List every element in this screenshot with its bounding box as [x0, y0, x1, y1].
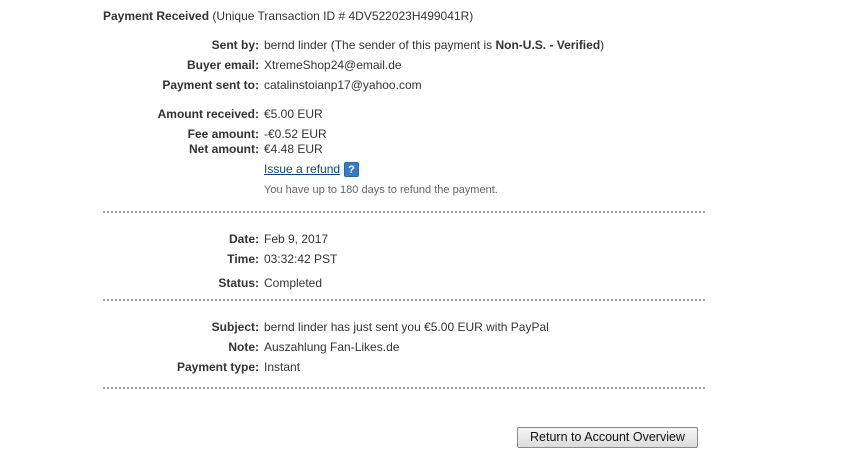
help-question-icon[interactable]: ? [344, 162, 359, 177]
note-label: Note: [228, 340, 259, 354]
section-divider [103, 387, 705, 389]
buyer-email-label: Buyer email: [186, 58, 259, 72]
sent-by-label: Sent by: [211, 38, 259, 52]
fee-amount-value: -€0.52 EUR [264, 127, 327, 141]
status-row: Status: Completed [0, 275, 844, 291]
status-label: Status: [218, 276, 259, 290]
date-label: Date: [228, 232, 259, 246]
net-amount-label: Net amount: [189, 142, 259, 156]
page-title: Payment Received (Unique Transaction ID … [103, 9, 473, 23]
net-amount-row: Net amount: €4.48 EUR [0, 141, 844, 157]
buyer-email-value: XtremeShop24@email.de [264, 58, 402, 72]
subject-value: bernd linder has just sent you €5.00 EUR… [264, 320, 549, 334]
sent-by-value: bernd linder (The sender of this payment… [264, 37, 604, 53]
payment-sent-to-value: catalinstoianp17@yahoo.com [264, 78, 422, 92]
buyer-email-row: Buyer email: XtremeShop24@email.de [0, 57, 844, 73]
amount-received-label: Amount received: [157, 107, 259, 121]
section-divider [103, 299, 705, 301]
issue-refund-link[interactable]: Issue a refund [264, 161, 340, 177]
sent-by-row: Sent by: bernd linder (The sender of thi… [0, 37, 844, 53]
net-amount-value: €4.48 EUR [264, 142, 323, 156]
sender-verification-status: Non-U.S. - Verified [495, 38, 601, 52]
fee-amount-label: Fee amount: [187, 127, 259, 141]
payment-type-label: Payment type: [176, 360, 259, 374]
subject-row: Subject: bernd linder has just sent you … [0, 319, 844, 335]
transaction-id: (Unique Transaction ID # 4DV522023H49904… [212, 9, 474, 23]
sender-suffix: ) [600, 38, 605, 52]
payment-type-row: Payment type: Instant [0, 359, 844, 375]
return-to-account-overview-button[interactable]: Return to Account Overview [517, 427, 698, 448]
date-value: Feb 9, 2017 [264, 232, 329, 246]
section-divider [103, 211, 705, 213]
status-value: Completed [264, 276, 323, 290]
payment-sent-to-row: Payment sent to: catalinstoianp17@yahoo.… [0, 77, 844, 93]
page-title-text: Payment Received [103, 9, 210, 23]
sender-name: bernd linder [264, 38, 328, 52]
fee-amount-row: Fee amount: -€0.52 EUR [0, 126, 844, 142]
note-row: Note: Auszahlung Fan-Likes.de [0, 339, 844, 355]
sender-prefix: (The sender of this payment is [330, 38, 496, 52]
note-value: Auszahlung Fan-Likes.de [264, 340, 400, 354]
payment-details-page: Payment Received (Unique Transaction ID … [0, 0, 844, 454]
subject-label: Subject: [211, 320, 259, 334]
payment-sent-to-label: Payment sent to: [162, 78, 259, 92]
time-label: Time: [227, 252, 259, 266]
time-value: 03:32:42 PST [264, 252, 338, 266]
amount-received-row: Amount received: €5.00 EUR [0, 106, 844, 122]
refund-note: You have up to 180 days to refund the pa… [264, 184, 498, 196]
amount-received-value: €5.00 EUR [264, 107, 323, 121]
date-row: Date: Feb 9, 2017 [0, 231, 844, 247]
payment-type-value: Instant [264, 360, 301, 374]
time-row: Time: 03:32:42 PST [0, 251, 844, 267]
